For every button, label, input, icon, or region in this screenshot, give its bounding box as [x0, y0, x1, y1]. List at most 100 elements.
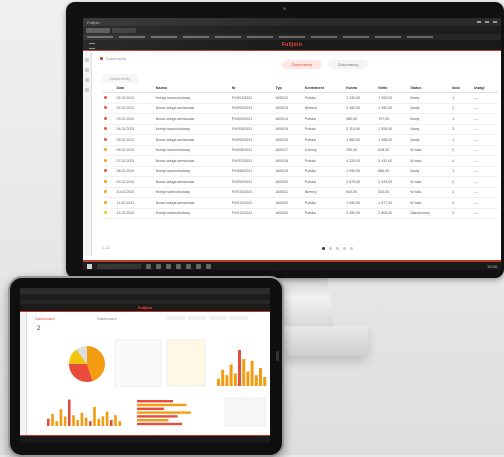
bookmark[interactable]	[215, 36, 241, 38]
bookmark[interactable]	[247, 36, 273, 38]
table-row[interactable]: 08.02.2021 Kredyt samochodowy FV/008/2021 A…	[102, 166, 498, 177]
table-cell: W toku	[408, 145, 451, 156]
page-dot[interactable]	[336, 247, 339, 250]
column-header[interactable]: Typ	[273, 84, 303, 93]
hbar	[137, 419, 169, 422]
table-cell: A00022	[273, 197, 303, 209]
table-row[interactable]: 09.02.2021 Nowa usługa serwisowa FV/009/20…	[102, 176, 498, 188]
table-row[interactable]: 03.02.2021 Nowa usługa serwisowa FV/003/20…	[102, 113, 498, 125]
page-dot[interactable]	[350, 247, 353, 250]
segment-tab[interactable]: Dokumenty	[328, 60, 369, 69]
table-cell: 3 431,00	[376, 155, 409, 167]
table-cell: 3 110,00	[344, 124, 377, 135]
table-cell: A00016	[273, 134, 303, 146]
taskbar-app-icon[interactable]	[176, 263, 181, 269]
table-cell: 02.02.2021	[114, 103, 154, 114]
table-row[interactable]: 10.02.2021 Kredyt samochodowy FV/010/2021 A…	[102, 187, 498, 198]
segment-tab-active[interactable]: Dokumenty	[282, 60, 323, 69]
taskbar-app-icon[interactable]	[196, 263, 201, 269]
table-cell: —	[471, 145, 498, 156]
breadcrumb-label[interactable]: Dokumenty	[106, 56, 126, 61]
table-row[interactable]: 06.02.2021 Kredyt samochodowy FV/006/2021 A…	[102, 145, 498, 156]
bookmark[interactable]	[407, 36, 433, 38]
table-cell: Polska	[302, 134, 345, 146]
table-cell: 3	[450, 124, 472, 135]
bar	[105, 411, 109, 426]
column-header[interactable]: Netto	[376, 84, 409, 93]
taskbar-app-icon[interactable]	[156, 263, 161, 269]
table-cell: 05.02.2021	[114, 134, 154, 146]
table-cell: Kredyt samochodowy	[153, 166, 230, 177]
close-icon[interactable]	[493, 21, 497, 23]
start-icon[interactable]	[87, 263, 92, 269]
table-row[interactable]: 04.02.2021 Kredyt samochodowy FV/004/2021 A…	[102, 124, 498, 135]
tablet-screen: Fulljoin Dashboard Dashboard 2	[20, 288, 270, 443]
table-row[interactable]: 02.02.2021 Nowa usługa serwisowa FV/002/20…	[102, 103, 498, 114]
bookmark[interactable]	[151, 36, 177, 38]
table-cell: 886,00	[376, 166, 409, 177]
minimize-icon[interactable]	[477, 21, 481, 23]
browser-tab[interactable]	[112, 27, 136, 33]
table-row[interactable]: 07.02.2021 Nowa usługa serwisowa FV/007/20…	[102, 155, 498, 167]
column-header[interactable]: Uwagi	[471, 84, 498, 93]
taskbar-app-icon[interactable]	[146, 263, 151, 269]
table-cell: Nowa usługa serwisowa	[153, 134, 230, 146]
bar	[63, 416, 67, 426]
page-dot[interactable]	[329, 247, 332, 250]
table-cell: Nowy	[408, 166, 451, 177]
sidebar-docs-icon[interactable]	[85, 68, 89, 72]
bookmark[interactable]	[119, 36, 145, 38]
table-cell: 2 805,00	[376, 208, 409, 219]
table-row[interactable]: 11.02.2021 Nowa usługa serwisowa FV/011/20…	[102, 197, 498, 209]
page-dot[interactable]	[322, 247, 325, 250]
browser-tab[interactable]	[86, 27, 110, 33]
status-dot-icon	[104, 106, 107, 110]
table-row[interactable]: 01.02.2021 Kredyt samochodowy FV/001/2021 A…	[102, 92, 498, 104]
bar	[110, 420, 113, 426]
filter-chip[interactable]: Dokumenty	[102, 74, 139, 83]
sidebar-settings-icon[interactable]	[85, 88, 89, 92]
column-header[interactable]: Nazwa	[153, 84, 230, 93]
row-status-cell	[102, 124, 115, 135]
table-cell: 1 000,00	[376, 92, 409, 104]
taskbar-app-icon[interactable]	[166, 263, 171, 269]
bar	[84, 417, 88, 426]
list-panel	[114, 339, 162, 387]
bar	[250, 360, 254, 386]
table-cell: 520,00	[376, 187, 409, 198]
bookmark[interactable]	[311, 36, 337, 38]
hamburger-menu-icon[interactable]	[89, 43, 95, 49]
bookmark[interactable]	[279, 36, 305, 38]
column-header[interactable]: Nr	[229, 84, 274, 93]
taskbar-search[interactable]	[97, 263, 141, 269]
tablet-dashboard: Dashboard Dashboard 2	[27, 312, 270, 435]
table-cell: 12.02.2021	[114, 208, 154, 219]
tablet-app-name: Fulljoin	[137, 305, 153, 310]
column-header[interactable]	[102, 84, 115, 93]
bookmark[interactable]	[375, 36, 401, 38]
bar	[259, 368, 262, 386]
bookmark[interactable]	[87, 36, 113, 38]
status-dot-icon	[104, 211, 107, 215]
bookmark[interactable]	[183, 36, 209, 38]
sidebar-home-icon[interactable]	[85, 58, 89, 62]
column-header[interactable]: Kwota	[344, 84, 377, 93]
taskbar-app-icon[interactable]	[206, 263, 211, 269]
sidebar-chart-icon[interactable]	[85, 78, 89, 82]
table-row[interactable]: 12.02.2021 Kredyt samochodowy FV/012/2021 A…	[102, 208, 498, 219]
page-dot[interactable]	[343, 247, 346, 250]
table-cell: 1 090,00	[344, 166, 377, 177]
tablet-home-button[interactable]	[276, 351, 279, 361]
maximize-icon[interactable]	[485, 21, 489, 23]
bar	[68, 399, 71, 426]
column-header[interactable]: Status	[408, 84, 451, 93]
window-controls[interactable]	[477, 21, 497, 23]
column-header[interactable]: Kontrahent	[302, 84, 345, 93]
taskbar-app-icon[interactable]	[186, 263, 191, 269]
status-dot-icon	[104, 190, 107, 194]
bookmark[interactable]	[343, 36, 369, 38]
table-row[interactable]: 05.02.2021 Nowa usługa serwisowa FV/005/20…	[102, 134, 498, 146]
column-header[interactable]: Ilość	[450, 84, 472, 93]
table-cell: 2	[450, 176, 472, 188]
column-header[interactable]: Data	[114, 84, 154, 93]
